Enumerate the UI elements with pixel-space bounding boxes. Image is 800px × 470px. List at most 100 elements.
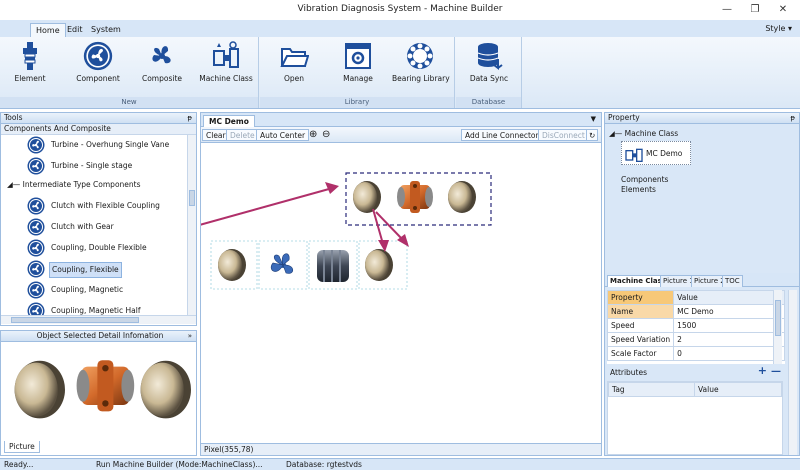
ribbon-group-database: Data Sync Database: [456, 37, 522, 108]
database-sync-icon: [477, 43, 503, 70]
property-panel-scrollbar[interactable]: [788, 290, 797, 455]
scroll-thumb[interactable]: [189, 190, 195, 206]
detail-panel-title: Object Selected Detail Infomation: [36, 331, 164, 340]
property-panel: Property ᵽ ◢— Machine Class MC Demo Comp…: [604, 112, 800, 456]
grid-cell-property: Speed Variation: [607, 332, 675, 347]
delete-button[interactable]: Delete: [226, 129, 259, 141]
tab-home[interactable]: Home: [30, 23, 66, 37]
ribbon-group-library-label: Library: [260, 97, 454, 108]
tree-item-label: Coupling, Flexible: [49, 262, 122, 278]
grid-header-property: Property: [607, 290, 675, 305]
detail-panel-header: Object Selected Detail Infomation »: [1, 331, 196, 342]
tab-edit[interactable]: Edit: [62, 23, 88, 37]
chain-cylinder[interactable]: [218, 249, 246, 281]
add-attribute-button[interactable]: +: [758, 365, 767, 377]
grid-cell-property: Name: [607, 304, 675, 319]
detail-panel: Object Selected Detail Infomation » Pict…: [0, 330, 197, 456]
add-line-connector-button[interactable]: Add Line Connector: [461, 129, 543, 141]
tree-root-machine-class[interactable]: ◢— Machine Class: [609, 129, 678, 138]
tree-item-label: Clutch with Gear: [51, 222, 114, 231]
machine-class-button[interactable]: Machine Class: [198, 39, 254, 93]
tools-panel-header: Tools ᵽ: [1, 113, 196, 124]
data-sync-button-label: Data Sync: [469, 74, 509, 83]
attributes-tag-header: Tag: [608, 382, 695, 397]
property-panel-title: Property: [608, 113, 640, 122]
component-icon: [27, 136, 45, 154]
tab-picture[interactable]: Picture: [4, 441, 40, 453]
tree-group-intermediate[interactable]: ◢— Intermediate Type Components: [7, 179, 141, 191]
grid-cell-value[interactable]: 1500: [673, 318, 785, 333]
hscroll-thumb[interactable]: [11, 317, 139, 323]
attributes-header: Attributes + —: [607, 365, 783, 379]
pin-icon[interactable]: ᵽ: [187, 113, 192, 123]
bearing-library-button-label: Bearing Library: [392, 74, 450, 83]
tab-toc[interactable]: TOC: [722, 275, 743, 287]
composite-button[interactable]: Composite: [134, 39, 190, 93]
grid-row[interactable]: Speed 1500: [607, 318, 785, 333]
document-pane: MC Demo ▼ Clear Delete Auto Center ⊕ ⊖ A…: [200, 112, 602, 456]
data-sync-button[interactable]: Data Sync: [461, 39, 517, 93]
machine-class-tree: ◢— Machine Class MC Demo Components Elem…: [605, 124, 799, 274]
tree-node-label: MC Demo: [646, 149, 683, 158]
element-button[interactable]: Element: [2, 39, 58, 93]
composite-coupling[interactable]: [397, 181, 433, 213]
minimize-button[interactable]: —: [716, 2, 738, 18]
composite-fan-icon: [152, 46, 171, 64]
remove-attribute-button[interactable]: —: [771, 366, 781, 378]
pin-icon[interactable]: ᵽ: [790, 113, 795, 123]
element-icon: [23, 42, 37, 70]
folder-open-icon: [280, 48, 309, 67]
fan-impeller[interactable]: [270, 253, 294, 274]
disconnect-button[interactable]: DisConnect: [538, 129, 589, 141]
tab-dropdown-icon[interactable]: ▼: [591, 115, 596, 123]
component-icon: [27, 302, 45, 315]
pixel-readout: Pixel(355,78): [201, 443, 601, 455]
grid-cell-property: Speed: [607, 318, 675, 333]
tree-node-elements[interactable]: Elements: [621, 185, 656, 194]
element-button-label: Element: [14, 74, 46, 83]
grid-cell-value[interactable]: 0: [673, 346, 785, 361]
window-title: Vibration Diagnosis System - Machine Bui…: [297, 4, 503, 14]
close-button[interactable]: ✕: [772, 2, 794, 18]
grid-cell-value[interactable]: MC Demo: [673, 304, 785, 319]
chain-cylinder-end[interactable]: [365, 249, 393, 281]
machine-class-button-label: Machine Class: [199, 74, 253, 83]
tree-node-components[interactable]: Components: [621, 175, 668, 184]
document-tab-bar: MC Demo ▼: [201, 113, 601, 127]
tab-system[interactable]: System: [86, 23, 126, 37]
component-button[interactable]: Component: [70, 39, 126, 93]
grid-row[interactable]: Scale Factor 0: [607, 346, 785, 361]
tools-horizontal-scrollbar[interactable]: [1, 315, 196, 324]
ribbon-group-database-label: Database: [456, 97, 521, 108]
status-bar: Ready... Run Machine Builder (Mode:Machi…: [0, 458, 800, 470]
open-button[interactable]: Open: [266, 39, 322, 93]
grid-row[interactable]: Speed Variation 2: [607, 332, 785, 347]
auto-center-button[interactable]: Auto Center: [256, 129, 310, 141]
composite-cylinder-left[interactable]: [353, 181, 381, 213]
collapse-icon[interactable]: »: [188, 331, 192, 341]
drag-arrow-from-tree: [201, 188, 330, 226]
refresh-icon[interactable]: ↻: [586, 129, 599, 141]
tools-vertical-scrollbar[interactable]: [187, 135, 196, 315]
manage-button-label: Manage: [343, 74, 373, 83]
tree-root-label: Machine Class: [624, 129, 679, 138]
bearing-library-button[interactable]: Bearing Library: [392, 39, 450, 93]
ribbon-tab-row: Home Edit System Style ▾: [0, 20, 800, 37]
tree-node-mc-demo[interactable]: MC Demo: [621, 141, 691, 165]
maximize-button[interactable]: ❐: [744, 2, 766, 18]
grid-row[interactable]: Name MC Demo: [607, 304, 785, 319]
manage-button[interactable]: Manage: [330, 39, 386, 93]
scroll-thumb[interactable]: [775, 300, 781, 336]
grid-cell-value[interactable]: 2: [673, 332, 785, 347]
machine-class-icon: [625, 148, 643, 162]
zoom-out-icon[interactable]: ⊖: [319, 129, 333, 141]
document-toolbar: Clear Delete Auto Center ⊕ ⊖ Add Line Co…: [201, 127, 601, 143]
composite-cylinder-right[interactable]: [448, 181, 476, 213]
property-grid-scrollbar[interactable]: [773, 290, 782, 364]
attributes-grid: Tag Value: [607, 381, 783, 455]
motor-drum[interactable]: [317, 250, 349, 282]
style-dropdown[interactable]: Style ▾: [765, 24, 792, 33]
design-canvas[interactable]: [201, 144, 601, 442]
component-icon: [27, 260, 45, 278]
tab-mc-demo[interactable]: MC Demo: [203, 115, 255, 127]
